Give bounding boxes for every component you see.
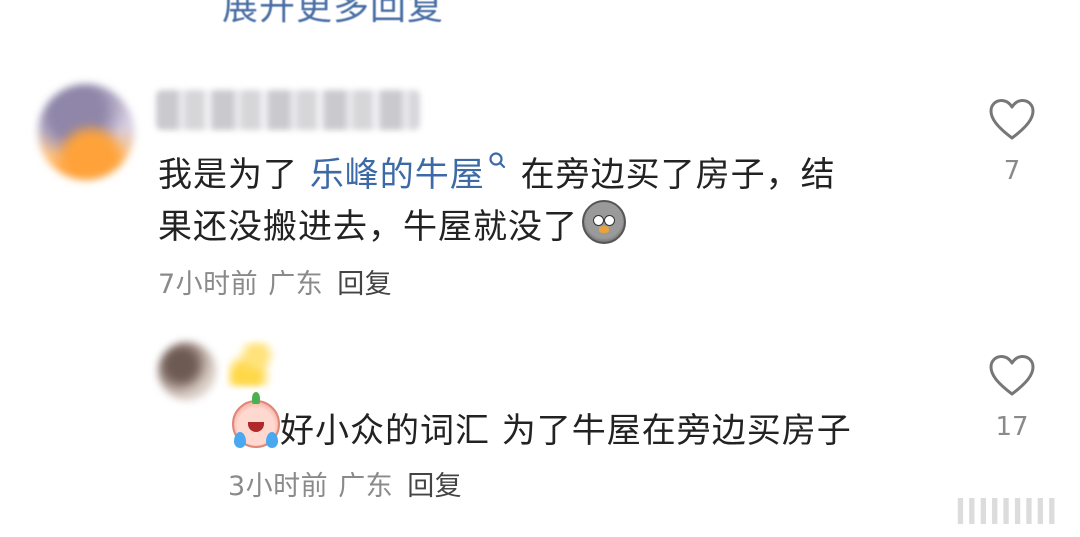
reply-text-content: 好小众的词汇 为了牛屋在旁边买房子 <box>280 411 852 451</box>
comment-time: 7小时前 <box>158 269 259 300</box>
like-count: 17 <box>995 412 1029 442</box>
comment-text-suffix: 在旁边买了房子，结 <box>508 155 836 195</box>
expand-more-replies-link[interactable]: 展开更多回复 <box>222 0 444 30</box>
reply-time: 3小时前 <box>228 471 329 502</box>
comment-text-prefix: 我是为了 <box>158 155 310 195</box>
reply-button[interactable]: 回复 <box>337 269 392 300</box>
comment-meta: 7小时前 广东 回复 <box>158 262 392 301</box>
topic-link-label: 乐峰的牛屋 <box>309 155 485 195</box>
reply-text: 好小众的词汇 为了牛屋在旁边买房子 <box>228 392 852 456</box>
reply-meta: 3小时前 广东 回复 <box>228 464 462 503</box>
watermark: ǀǀǀǀǀǀǀǀǀ <box>955 492 1058 525</box>
sad-bird-emoji-icon <box>582 200 626 244</box>
avatar[interactable] <box>38 84 134 180</box>
comment-text: 果还没搬进去，牛屋就没了 <box>158 207 578 247</box>
like-button[interactable]: 7 <box>982 98 1042 186</box>
heart-icon <box>989 99 1035 140</box>
topic-link[interactable]: 乐峰的牛屋 <box>309 152 509 195</box>
reply-button[interactable]: 回复 <box>407 471 462 502</box>
heart-icon <box>989 355 1035 396</box>
avatar[interactable] <box>158 342 216 400</box>
username-blurred[interactable] <box>228 342 276 386</box>
crying-face-emoji-icon <box>232 392 280 448</box>
comment-text-line2: 果还没搬进去，牛屋就没了 <box>158 200 626 252</box>
username-blurred[interactable] <box>156 90 420 130</box>
search-icon <box>489 152 505 169</box>
comment-location: 广东 <box>268 269 324 300</box>
comment-text-line1: 我是为了 乐峰的牛屋 在旁边买了房子，结 <box>158 150 836 200</box>
like-button[interactable]: 17 <box>982 354 1042 442</box>
reply-location: 广东 <box>338 471 394 502</box>
like-count: 7 <box>1003 156 1021 186</box>
